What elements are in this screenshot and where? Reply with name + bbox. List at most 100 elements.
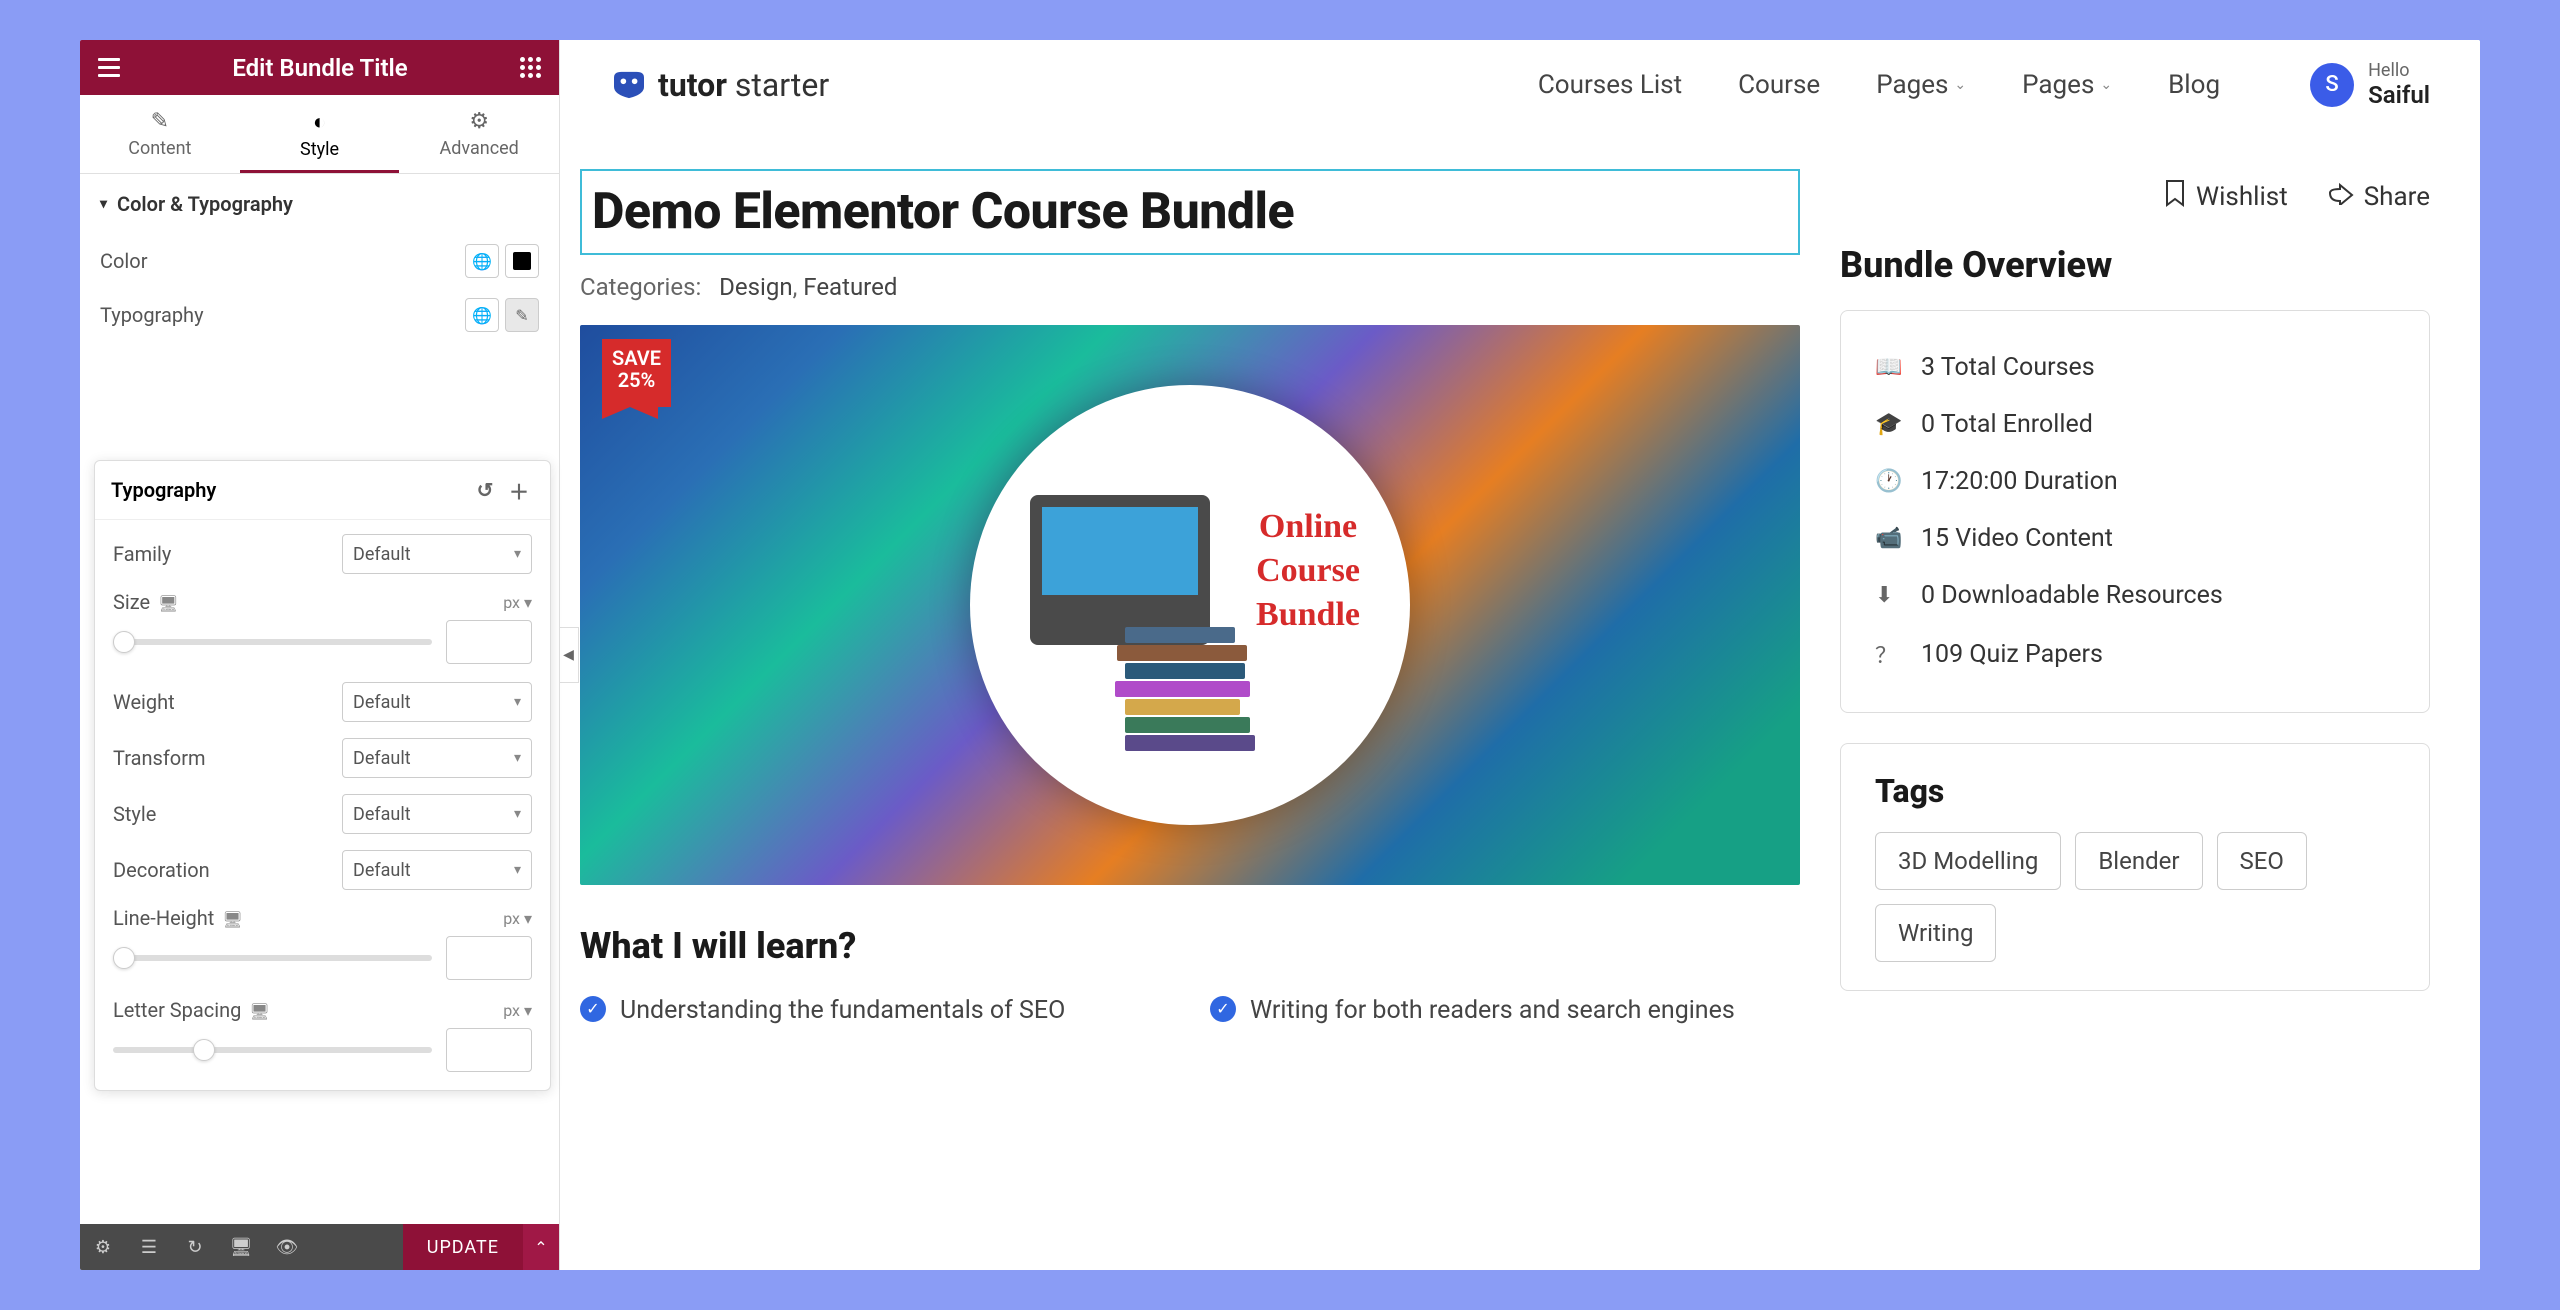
nav-blog[interactable]: Blog [2168,70,2220,100]
bundle-title-widget[interactable]: Demo Elementor Course Bundle [580,169,1800,255]
typography-heading: Typography [111,478,216,502]
username: Saiful [2368,81,2430,109]
bookmark-icon [2164,179,2186,214]
user-menu[interactable]: S Hello Saiful [2310,60,2430,109]
learn-item: ✓Writing for both readers and search eng… [1210,993,1800,1028]
pencil-icon: ✎ [80,109,240,134]
overview-item: 🕐17:20:00 Duration [1875,453,2395,510]
graduation-icon: 🎓 [1875,412,1901,437]
greeting: Hello [2368,60,2430,81]
bundle-hero-image: SAVE 25% [580,325,1800,885]
transform-select[interactable]: Default [342,738,532,778]
reset-icon[interactable]: ↺ [470,475,500,505]
preview-area: ◀ tutor starter Courses List Course Page… [560,40,2480,1270]
row-typography: Typography 🌐 ✎ [80,288,559,342]
overview-title: Bundle Overview [1840,244,2430,286]
navigator-icon[interactable]: ☰ [126,1237,172,1258]
letterspacing-slider[interactable] [113,1047,432,1053]
weight-label: Weight [113,690,175,714]
wishlist-button[interactable]: Wishlist [2164,179,2288,214]
monitor-graphic [1030,495,1210,645]
categories: Categories: Design, Featured [580,273,1800,301]
tag[interactable]: Writing [1875,904,1996,962]
check-icon: ✓ [1210,996,1236,1022]
apps-grid-icon[interactable] [520,57,541,78]
decoration-label: Decoration [113,858,210,882]
globe-icon[interactable]: 🌐 [465,244,499,278]
lineheight-slider[interactable] [113,955,432,961]
transform-label: Transform [113,746,206,770]
nav-courses-list[interactable]: Courses List [1538,70,1682,100]
lineheight-unit[interactable]: px ▾ [503,909,532,928]
typography-popover: Typography ↺ ＋ Family Default Size🖥 px ▾ [94,460,551,1091]
color-swatch[interactable] [505,244,539,278]
chevron-down-icon: ⌄ [1954,77,1966,93]
tag[interactable]: Blender [2075,832,2202,890]
category-link[interactable]: Featured [803,273,897,301]
download-icon: ⬇ [1875,583,1901,608]
save-badge: SAVE 25% [602,339,671,407]
settings-icon[interactable]: ⚙ [80,1237,126,1258]
panel-header: Edit Bundle Title [80,40,559,95]
tab-content[interactable]: ✎Content [80,95,240,173]
responsive-icon[interactable]: 🖥 [218,1237,264,1258]
desktop-icon[interactable]: 🖥 [249,1002,269,1021]
panel-tabs: ✎Content ◐Style ⚙Advanced [80,95,559,174]
family-select[interactable]: Default [342,534,532,574]
panel-footer: ⚙ ☰ ↻ 🖥 👁 UPDATE ⌃ [80,1224,559,1270]
hero-text: Online Course Bundle [1256,505,1360,638]
book-icon: 📖 [1875,355,1901,380]
size-input[interactable] [446,620,532,664]
question-icon: ？ [1875,638,1901,670]
lineheight-label: Line-Height [113,906,214,930]
site-logo[interactable]: tutor starter [610,66,829,104]
decoration-select[interactable]: Default [342,850,532,890]
tab-advanced[interactable]: ⚙Advanced [399,95,559,173]
site-header: tutor starter Courses List Course Pages⌄… [560,40,2480,129]
add-icon[interactable]: ＋ [504,475,534,505]
edit-typography-icon[interactable]: ✎ [505,298,539,332]
category-link[interactable]: Design [719,273,792,301]
hamburger-icon[interactable] [98,58,120,77]
nav-course[interactable]: Course [1738,70,1820,100]
tags-card: Tags 3D Modelling Blender SEO Writing [1840,743,2430,991]
history-icon[interactable]: ↻ [172,1237,218,1258]
bundle-title: Demo Elementor Course Bundle [592,183,1788,241]
tags-title: Tags [1875,772,2395,810]
gear-icon: ⚙ [399,109,559,134]
avatar: S [2310,63,2354,107]
desktop-icon[interactable]: 🖥 [222,910,242,929]
overview-item: ？109 Quiz Papers [1875,624,2395,684]
letterspacing-input[interactable] [446,1028,532,1072]
contrast-icon: ◐ [240,109,400,135]
main-nav: Courses List Course Pages⌄ Pages⌄ Blog [1538,70,2220,100]
style-select[interactable]: Default [342,794,532,834]
size-unit[interactable]: px ▾ [503,593,532,612]
video-icon: 📹 [1875,526,1901,551]
share-icon [2328,181,2354,212]
globe-icon[interactable]: 🌐 [465,298,499,332]
nav-pages-1[interactable]: Pages⌄ [1876,70,1966,100]
tag[interactable]: SEO [2217,832,2307,890]
preview-icon[interactable]: 👁 [264,1237,310,1258]
tag[interactable]: 3D Modelling [1875,832,2061,890]
logo-icon [610,70,648,100]
overview-card: 📖3 Total Courses 🎓0 Total Enrolled 🕐17:2… [1840,310,2430,713]
size-slider[interactable] [113,639,432,645]
letterspacing-label: Letter Spacing [113,998,241,1022]
share-button[interactable]: Share [2328,179,2430,214]
collapse-panel-icon[interactable]: ◀ [560,627,579,683]
overview-item: 📹15 Video Content [1875,510,2395,567]
lineheight-input[interactable] [446,936,532,980]
section-color-typography[interactable]: ▾ Color & Typography [80,174,559,234]
update-button[interactable]: UPDATE [403,1224,523,1270]
letterspacing-unit[interactable]: px ▾ [503,1001,532,1020]
desktop-icon[interactable]: 🖥 [158,594,178,613]
tab-style[interactable]: ◐Style [240,95,400,173]
nav-pages-2[interactable]: Pages⌄ [2022,70,2112,100]
weight-select[interactable]: Default [342,682,532,722]
style-label: Style [113,802,156,826]
learn-title: What I will learn? [580,925,1800,967]
update-options-icon[interactable]: ⌃ [523,1224,559,1270]
learn-item: ✓Understanding the fundamentals of SEO [580,993,1170,1028]
